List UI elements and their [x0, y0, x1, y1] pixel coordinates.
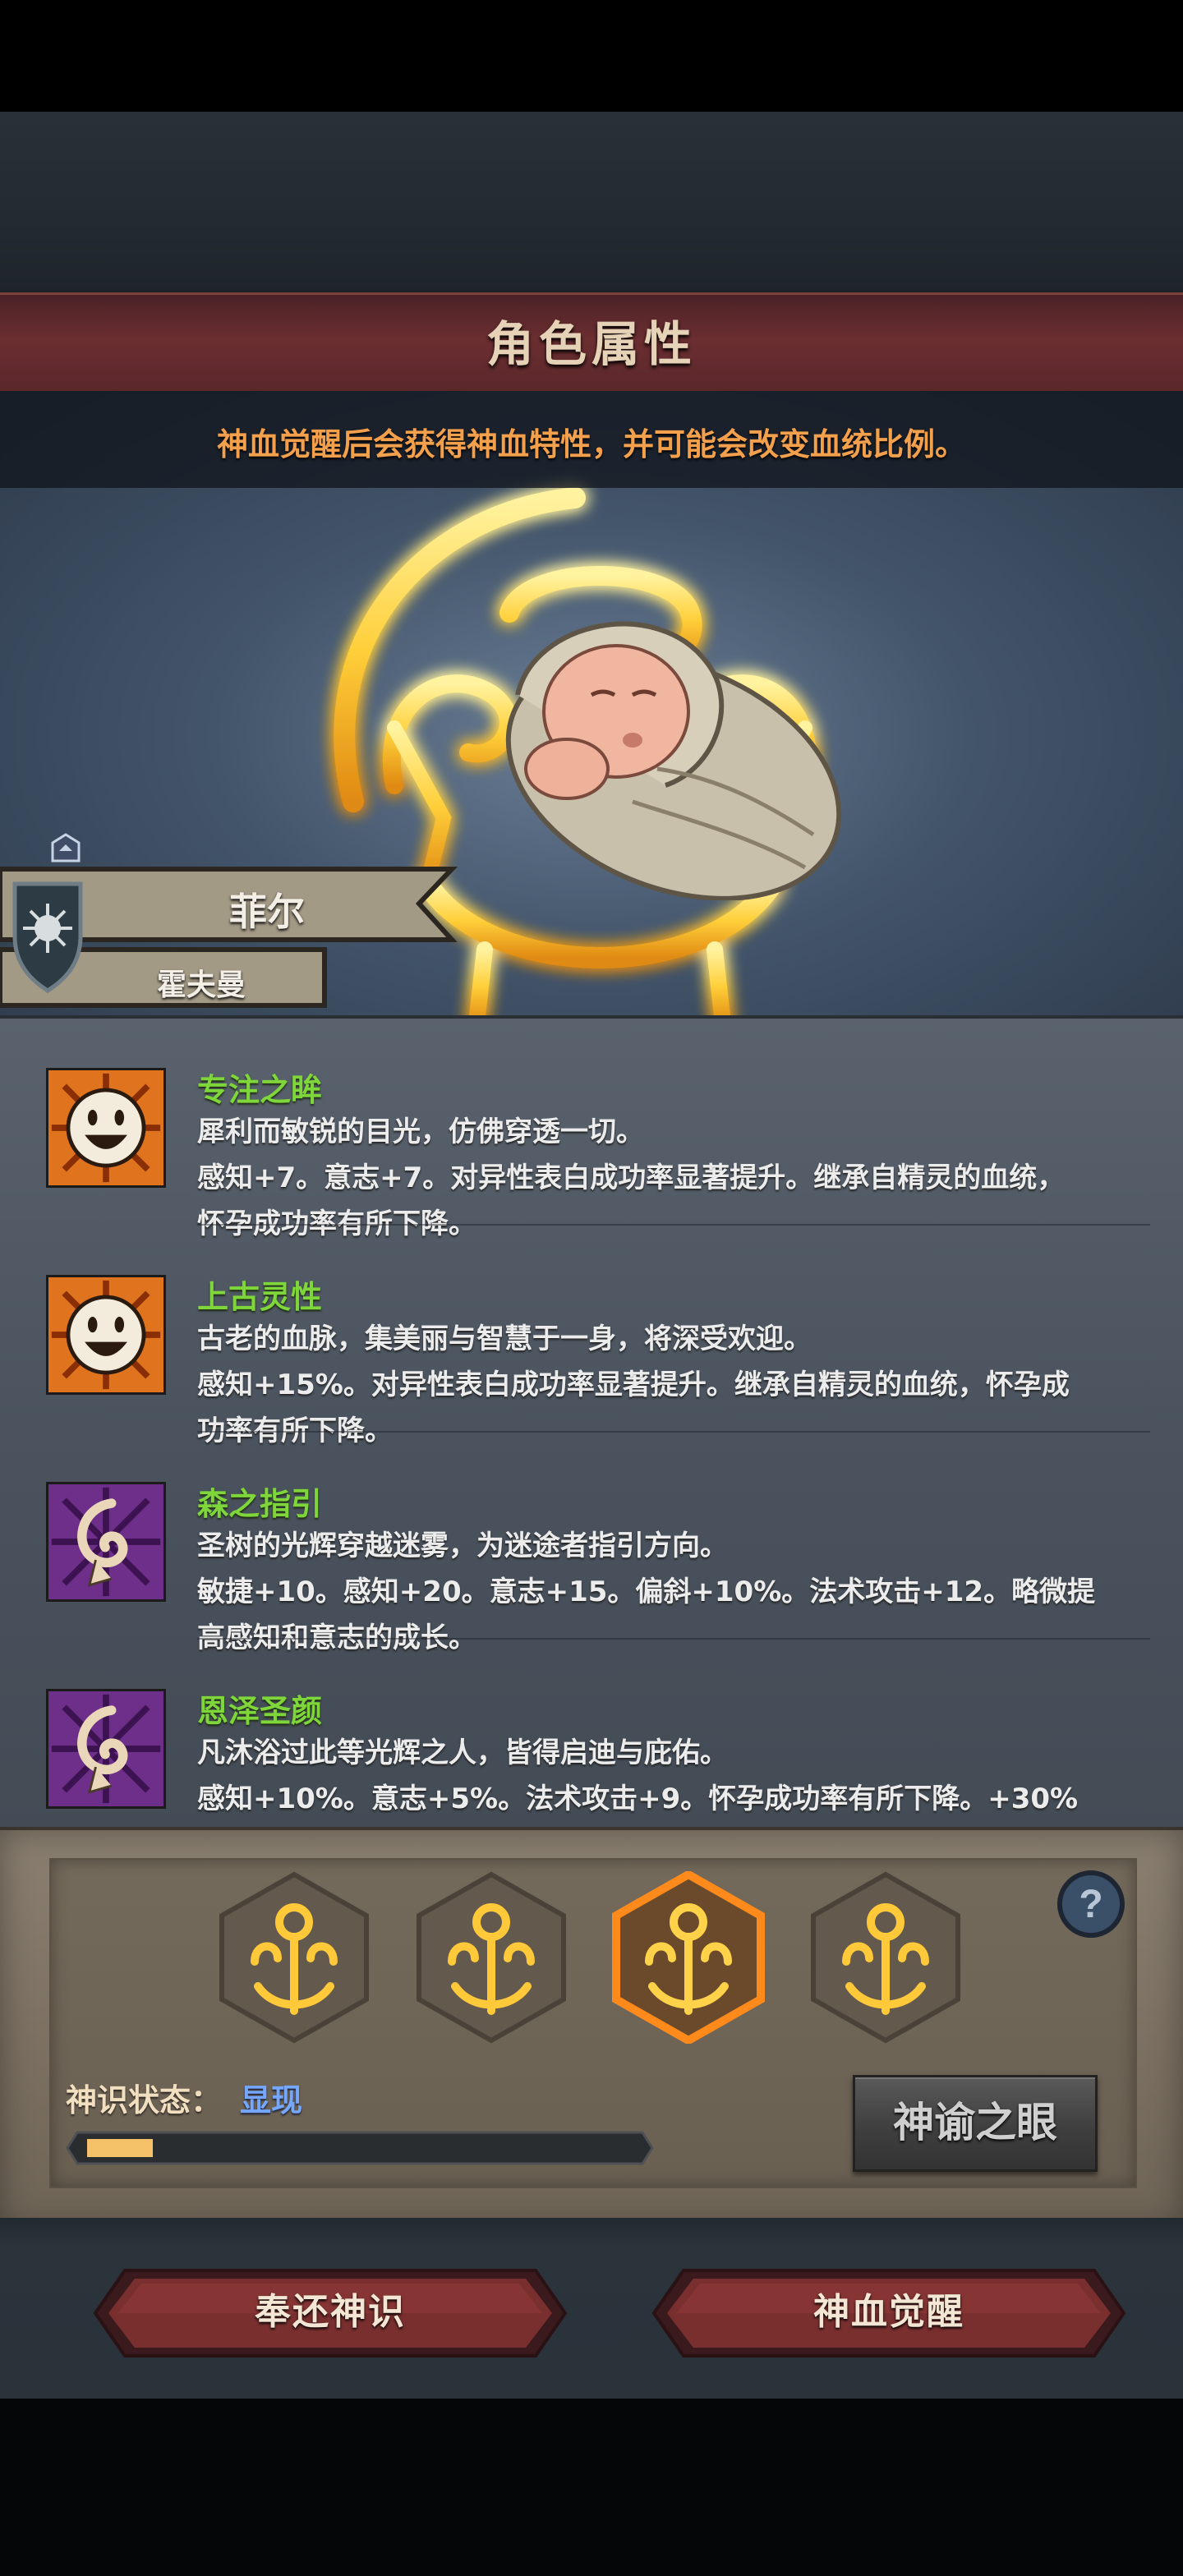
awakening-hint-text: 神血觉醒后会获得神血特性，并可能会改变血统比例。 — [216, 426, 966, 462]
spiral-swirl-icon — [46, 1482, 166, 1602]
divine-status-value: 显现 — [240, 2082, 303, 2118]
return-divine-label: 奉还神识 — [255, 2291, 406, 2333]
baby-portrait — [505, 621, 842, 900]
trait-item[interactable]: 恩泽圣颜 凡沐浴过此等光辉之人，皆得启迪与庇佑。 感知+10%。意志+5%。法术… — [0, 1640, 1183, 1835]
divine-progress-bar — [66, 2131, 654, 2165]
traits-list[interactable]: 专注之眸 犀利而敏锐的目光，仿佛穿透一切。 感知+7。意志+7。对异性表白成功率… — [0, 1015, 1183, 1835]
page-title: 角色属性 — [486, 316, 697, 372]
divine-slot-4[interactable] — [808, 1871, 963, 2044]
blood-awaken-label: 神血觉醒 — [813, 2291, 964, 2333]
divine-slot-1[interactable] — [217, 1871, 371, 2044]
progress-fill — [87, 2139, 153, 2157]
smiley-face-icon — [46, 1068, 166, 1188]
oracle-eye-button[interactable]: 神谕之眼 — [853, 2075, 1098, 2172]
trait-name: 专注之眸 — [197, 1072, 323, 1108]
trait-item[interactable]: 森之指引 圣树的光辉穿越迷雾，为迷途者指引方向。 敏捷+10。感知+20。意志+… — [0, 1433, 1183, 1654]
divine-status-label: 神识状态： — [66, 2082, 223, 2118]
trait-item[interactable]: 专注之眸 犀利而敏锐的目光，仿佛穿透一切。 感知+7。意志+7。对异性表白成功率… — [0, 1019, 1183, 1240]
frame-top — [0, 112, 1183, 296]
trait-name: 恩泽圣颜 — [197, 1693, 323, 1729]
bottom-bar-blank — [0, 2399, 1183, 2576]
question-mark-icon[interactable]: ? — [1055, 1868, 1127, 1940]
character-name: 菲尔 — [229, 890, 305, 934]
character-surname: 霍夫曼 — [156, 968, 246, 1002]
trait-name: 森之指引 — [197, 1486, 323, 1522]
rank-badge-icon — [51, 833, 81, 862]
divine-slot-3-selected[interactable] — [611, 1871, 766, 2044]
return-divine-button[interactable]: 奉还神识 — [92, 2267, 568, 2359]
blood-awaken-button[interactable]: 神血觉醒 — [651, 2267, 1127, 2359]
trait-name: 上古灵性 — [197, 1279, 323, 1315]
spiral-swirl-icon — [46, 1689, 166, 1809]
trait-description: 凡沐浴过此等光辉之人，皆得启迪与庇佑。 感知+10%。意志+5%。法术攻击+9。… — [197, 1736, 1079, 1815]
svg-text:?: ? — [1079, 1883, 1102, 1926]
divine-slot-2[interactable] — [414, 1871, 568, 2044]
top-bar-blank — [0, 0, 1183, 112]
smiley-face-icon — [46, 1275, 166, 1395]
trait-item[interactable]: 上古灵性 古老的血脉，集美丽与智慧于一身，将深受欢迎。 感知+15%。对异性表白… — [0, 1226, 1183, 1447]
